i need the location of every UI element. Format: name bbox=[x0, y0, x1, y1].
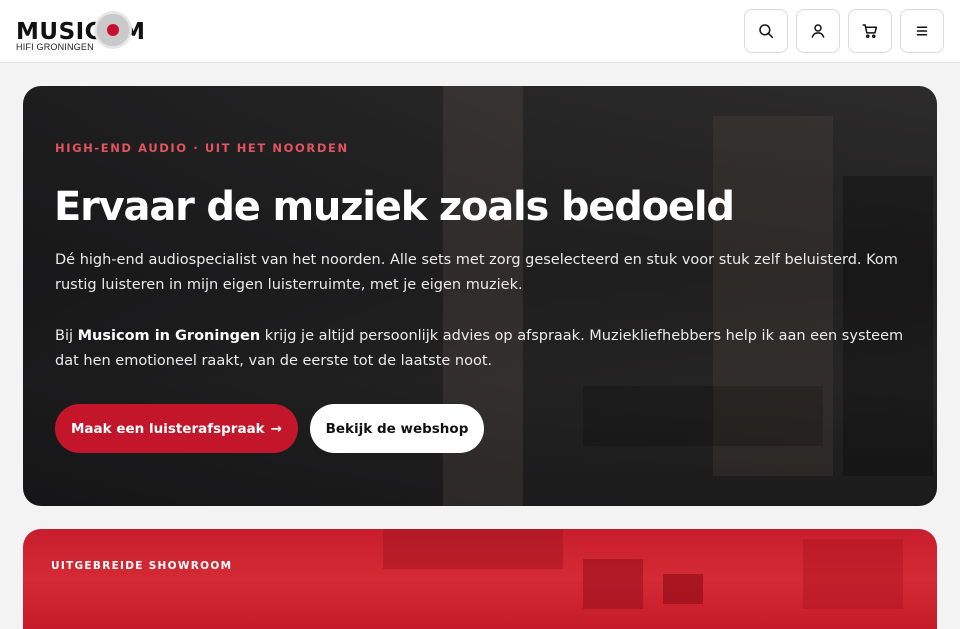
menu-icon bbox=[916, 26, 928, 36]
showroom-background-image bbox=[383, 529, 563, 569]
user-icon bbox=[811, 24, 825, 38]
logo-subtitle: HIFI GRONINGEN bbox=[16, 42, 94, 52]
cart-icon bbox=[862, 24, 878, 39]
hero-section: HIGH-END AUDIO · UIT HET NOORDEN Ervaar … bbox=[23, 86, 937, 506]
webshop-button[interactable]: Bekijk de webshop bbox=[310, 404, 484, 453]
showroom-background-block bbox=[583, 559, 643, 609]
arrow-right-icon: → bbox=[270, 420, 282, 437]
webshop-label: Bekijk de webshop bbox=[325, 420, 469, 437]
paragraph-2-prefix: Bij bbox=[55, 328, 78, 344]
hero-eyebrow: HIGH-END AUDIO · UIT HET NOORDEN bbox=[55, 141, 349, 155]
book-listening-label: Maak een luisterafspraak bbox=[71, 420, 265, 437]
paragraph-2-bold: Musicom in Groningen bbox=[77, 328, 261, 344]
hero-title: Ervaar de muziek zoals bedoeld bbox=[54, 184, 735, 230]
cart-button[interactable] bbox=[848, 9, 892, 53]
showroom-label: UITGEBREIDE SHOWROOM bbox=[51, 560, 233, 572]
showroom-section: UITGEBREIDE SHOWROOM bbox=[23, 529, 937, 629]
menu-button[interactable] bbox=[900, 9, 944, 53]
search-icon bbox=[759, 24, 774, 39]
account-button[interactable] bbox=[796, 9, 840, 53]
hero-paragraph-1: Dé high-end audiospecialist van het noor… bbox=[55, 252, 898, 293]
hero-background-rack bbox=[583, 386, 823, 446]
book-listening-button[interactable]: Maak een luisterafspraak → bbox=[55, 404, 298, 453]
showroom-background-speaker bbox=[803, 539, 903, 609]
logo-disc-icon bbox=[94, 11, 132, 49]
logo[interactable]: MUSICOM HIFI GRONINGEN bbox=[16, 10, 156, 54]
site-header: MUSICOM HIFI GRONINGEN bbox=[0, 0, 960, 63]
hero-paragraph-2: Bij Musicom in Groningen krijg je altijd… bbox=[55, 324, 915, 374]
search-button[interactable] bbox=[744, 9, 788, 53]
